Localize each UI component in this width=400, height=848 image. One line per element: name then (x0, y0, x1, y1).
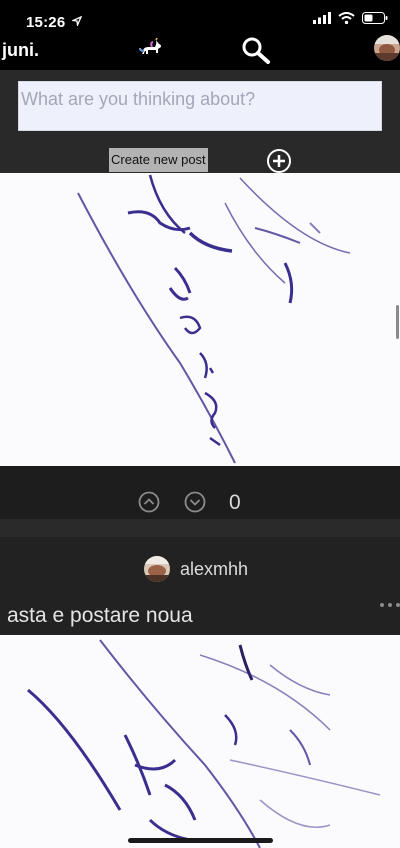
signal-icon (313, 12, 331, 24)
author-avatar[interactable] (144, 556, 170, 582)
wifi-icon (338, 12, 355, 24)
post-image[interactable] (0, 173, 400, 466)
post-separator (0, 519, 400, 537)
profile-avatar[interactable] (374, 35, 400, 61)
post-caption: asta e postare noua (7, 604, 193, 627)
nav-bar (0, 34, 400, 70)
create-post-button[interactable]: Create new post (109, 148, 208, 172)
post-image[interactable] (0, 635, 400, 848)
add-circle-icon[interactable] (266, 148, 292, 174)
ellipsis-icon[interactable] (379, 600, 400, 610)
location-arrow-icon (72, 16, 82, 26)
author-name[interactable]: alexmhh (180, 559, 248, 580)
home-indicator[interactable] (128, 838, 273, 843)
handwritten-signature-image (27, 639, 381, 848)
app-logo[interactable]: juni. (2, 40, 39, 61)
scroll-indicator[interactable] (396, 305, 399, 339)
status-icons (313, 12, 388, 24)
post-input[interactable] (18, 81, 382, 131)
unicorn-icon[interactable] (138, 38, 164, 60)
status-time: 15:26 (26, 14, 66, 31)
handwritten-signature-image (77, 174, 351, 464)
vote-count: 0 (229, 491, 241, 514)
battery-icon (362, 12, 388, 24)
search-icon[interactable] (240, 36, 272, 64)
chevron-down-circle-icon[interactable] (184, 491, 206, 513)
chevron-up-circle-icon[interactable] (138, 491, 160, 513)
